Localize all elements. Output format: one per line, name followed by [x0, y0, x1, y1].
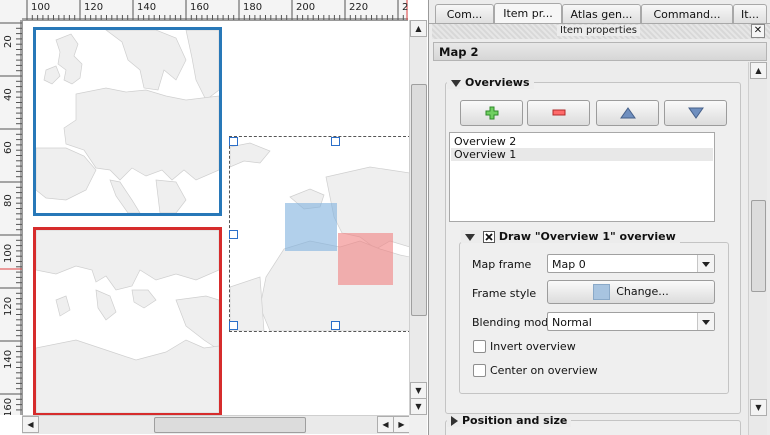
- draw-overview-title: Draw "Overview 1" overview: [498, 230, 676, 243]
- position-size-title: Position and size: [462, 414, 568, 427]
- ruler-label: 240: [402, 2, 408, 13]
- list-item[interactable]: Overview 2: [451, 135, 713, 148]
- ruler-label: 20: [3, 35, 14, 48]
- ruler-label: 160: [190, 2, 210, 13]
- tab-composition[interactable]: Com...: [435, 4, 494, 24]
- draw-overview-group-title[interactable]: Draw "Overview 1" overview: [461, 230, 680, 243]
- resize-handle[interactable]: [331, 321, 340, 330]
- scrollbar-thumb[interactable]: [154, 417, 306, 433]
- properties-panel: Com... Item pr... Atlas gen... Command..…: [429, 0, 770, 435]
- ruler-label: 180: [243, 2, 263, 13]
- overviews-group-title[interactable]: Overviews: [447, 76, 534, 89]
- chevron-down-icon: [697, 313, 714, 330]
- collapse-icon: [451, 79, 461, 87]
- resize-handle[interactable]: [229, 137, 238, 146]
- ruler-label: 160: [3, 397, 14, 415]
- composer-canvas[interactable]: 100 120 140 160 180 200 220 240 20 40 60…: [0, 0, 429, 435]
- collapse-icon: [465, 233, 475, 241]
- scrollbar-corner: [409, 415, 427, 435]
- map-item-blue[interactable]: [33, 27, 222, 216]
- ruler-label: 60: [3, 141, 14, 154]
- invert-overview-checkbox[interactable]: [473, 340, 486, 353]
- ruler-label: 120: [3, 296, 14, 316]
- map-frame-select[interactable]: Map 0: [547, 254, 715, 273]
- horizontal-ruler: 100 120 140 160 180 200 220 240: [22, 0, 408, 21]
- ruler-label: 100: [31, 2, 51, 13]
- tab-items[interactable]: It...: [733, 4, 767, 24]
- ruler-label: 140: [3, 349, 14, 369]
- arrow-down-icon: [687, 107, 704, 119]
- scroll-down-button[interactable]: ▼: [410, 382, 427, 399]
- invert-overview-label: Invert overview: [490, 340, 576, 353]
- ruler-corner: [0, 0, 23, 21]
- move-overview-up-button[interactable]: [596, 100, 659, 126]
- add-icon: [485, 106, 498, 120]
- blending-mode-select[interactable]: Normal: [547, 312, 715, 331]
- dock-title: Item properties: [557, 25, 640, 36]
- scrollbar-thumb[interactable]: [751, 200, 766, 292]
- map-frame-value: Map 0: [552, 258, 586, 271]
- scroll-down-button[interactable]: ▼: [410, 398, 427, 415]
- canvas-horizontal-scrollbar[interactable]: ◀ ◀ ▶: [22, 415, 410, 434]
- composer-paper[interactable]: [23, 21, 409, 415]
- properties-scroll-area: Overviews Overview 2 Overview 1 Draw "Ov…: [433, 62, 746, 435]
- center-on-overview-label: Center on overview: [490, 364, 598, 377]
- ruler-label: 40: [3, 88, 14, 101]
- close-icon[interactable]: ✕: [751, 24, 765, 38]
- chevron-down-icon: [697, 255, 714, 272]
- remove-icon: [552, 109, 565, 116]
- scroll-down-button[interactable]: ▼: [750, 399, 767, 416]
- position-size-group-title[interactable]: Position and size: [447, 414, 572, 427]
- scroll-left-button[interactable]: ◀: [377, 416, 394, 433]
- add-overview-button[interactable]: [460, 100, 523, 126]
- scroll-up-button[interactable]: ▲: [750, 62, 767, 79]
- tab-atlas-generation[interactable]: Atlas gen...: [562, 4, 641, 24]
- ruler-label: 220: [349, 2, 369, 13]
- ruler-label: 140: [137, 2, 157, 13]
- ruler-label: 100: [3, 243, 14, 263]
- blending-mode-value: Normal: [552, 316, 592, 329]
- resize-handle[interactable]: [331, 137, 340, 146]
- resize-handle[interactable]: [229, 321, 238, 330]
- frame-style-label: Frame style: [472, 287, 537, 300]
- move-overview-down-button[interactable]: [664, 100, 727, 126]
- draw-overview-checkbox[interactable]: [482, 231, 495, 243]
- arrow-up-icon: [619, 107, 636, 119]
- frame-style-button-label: Change...: [616, 285, 669, 298]
- ruler-label: 200: [296, 2, 316, 13]
- ruler-label: 80: [3, 194, 14, 207]
- center-on-overview-checkbox[interactable]: [473, 364, 486, 377]
- overview-list[interactable]: Overview 2 Overview 1: [449, 132, 715, 222]
- ruler-label: 120: [84, 2, 104, 13]
- check-icon: [485, 233, 493, 241]
- map-item-red[interactable]: [33, 227, 222, 415]
- blending-mode-label: Blending mode: [472, 316, 556, 329]
- list-item[interactable]: Overview 1: [451, 148, 713, 161]
- map-item-overview[interactable]: [229, 136, 409, 332]
- tab-command-history[interactable]: Command...: [641, 4, 733, 24]
- vertical-ruler: 20 40 60 80 100 120 140 160: [0, 20, 23, 415]
- scroll-up-button[interactable]: ▲: [410, 20, 427, 37]
- scrollbar-thumb[interactable]: [411, 84, 427, 316]
- item-title: Map 2: [433, 42, 767, 61]
- color-swatch: [593, 284, 611, 300]
- resize-handle[interactable]: [229, 230, 238, 239]
- scroll-left-button[interactable]: ◀: [22, 416, 39, 433]
- expand-icon: [451, 416, 458, 426]
- scroll-right-button[interactable]: ▶: [393, 416, 410, 433]
- map-frame-label: Map frame: [472, 258, 532, 271]
- canvas-vertical-scrollbar[interactable]: ▲ ▼ ▼: [409, 20, 427, 415]
- tab-item-properties[interactable]: Item pr...: [494, 3, 562, 25]
- properties-scrollbar[interactable]: ▲ ▼: [748, 62, 767, 435]
- frame-style-button[interactable]: Change...: [547, 280, 715, 304]
- remove-overview-button[interactable]: [527, 100, 590, 126]
- overviews-title: Overviews: [465, 76, 530, 89]
